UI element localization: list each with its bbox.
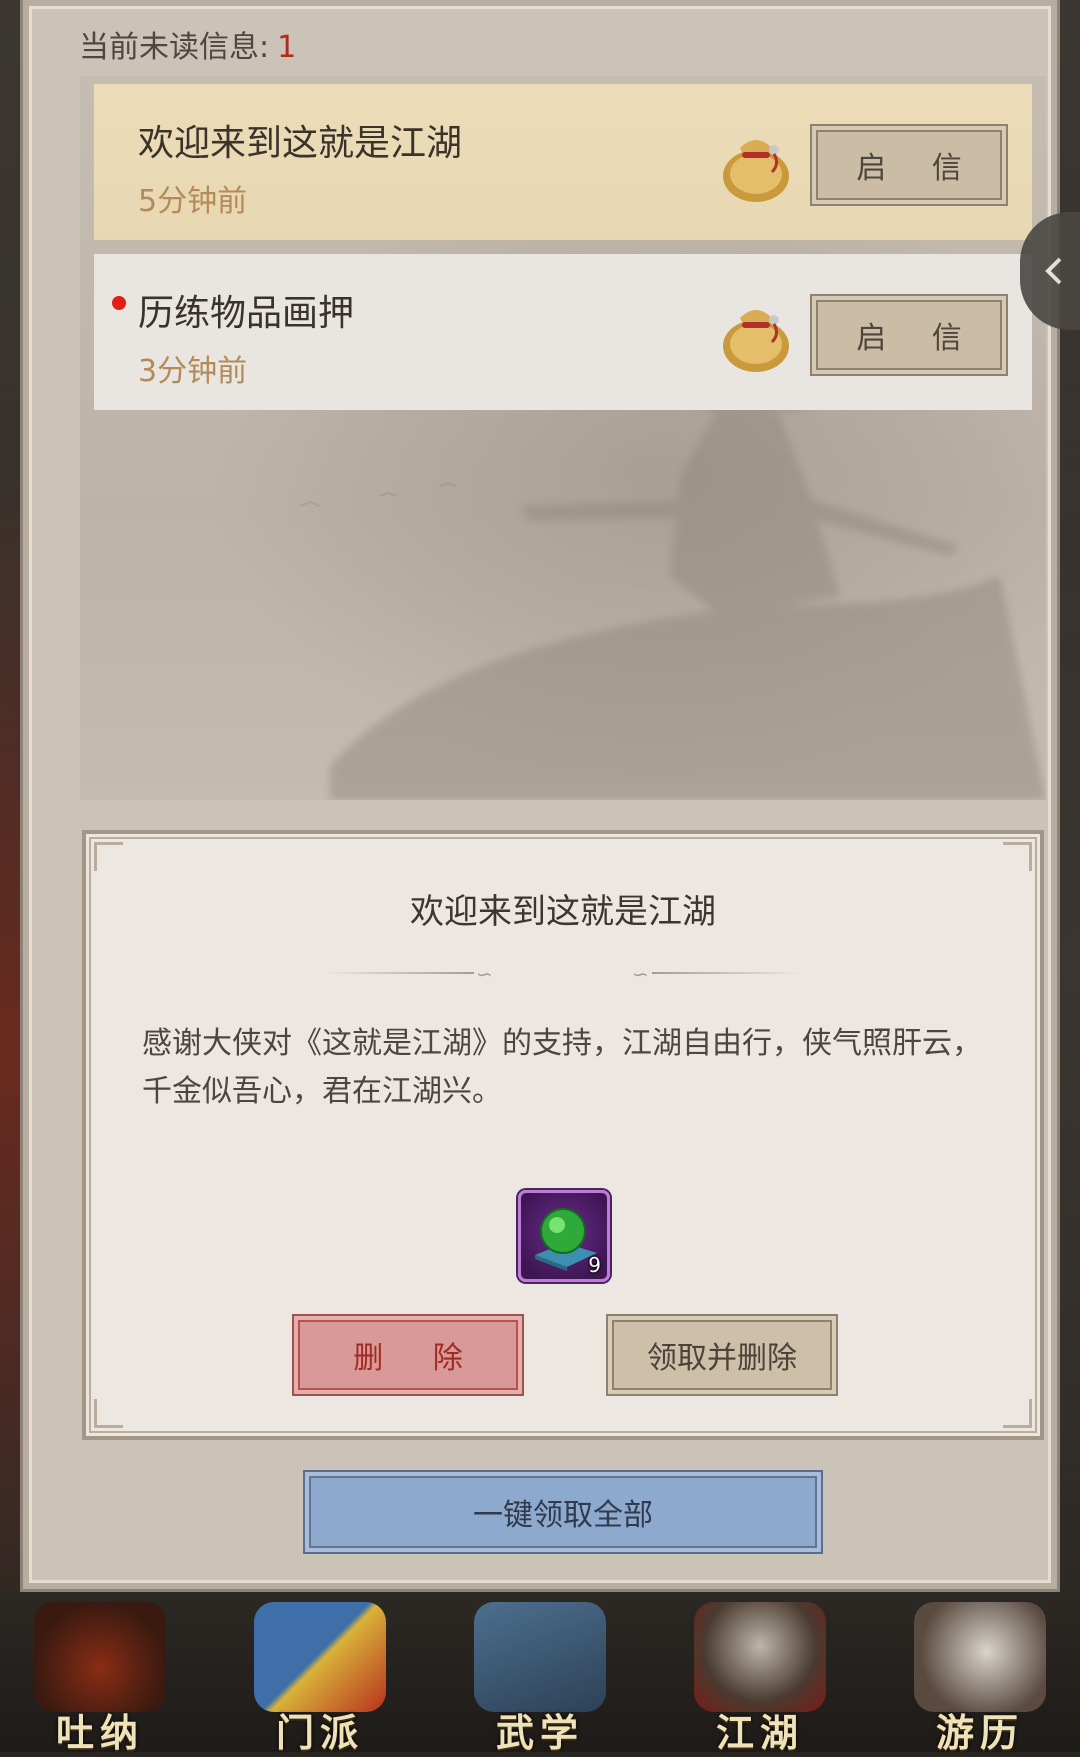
mail-time: 3分钟前 [138,354,248,389]
chevron-left-icon [1045,257,1062,285]
reward-count: 9 [588,1253,601,1277]
corner-ornament [94,1399,123,1428]
mail-list[interactable]: 欢迎来到这就是江湖 5分钟前 启 信 历练物品画押 3分钟前 启 信 [80,76,1046,800]
open-mail-button[interactable]: 启 信 [810,124,1008,206]
treasure-bag-icon [723,310,789,372]
divider-right [652,972,802,974]
open-mail-button[interactable]: 启 信 [810,294,1008,376]
bottom-nav: 吐纳 门派 武学 江湖 游历 [0,1592,1080,1755]
detail-title: 欢迎来到这就是江湖 [410,892,716,932]
nav-label: 吐纳 [55,1710,144,1755]
mail-panel: 当前未读信息: 1 欢迎来到这就是江湖 5分钟前 启 信 历练物品画押 3分钟前… [20,0,1060,1592]
divider-ornament-icon: ∽ [476,962,493,986]
treasure-bag-icon [723,140,789,202]
nav-tab-tuna[interactable]: 吐纳 [20,1592,180,1755]
corner-ornament [1003,842,1032,871]
nav-label: 游历 [935,1710,1024,1755]
mail-title: 欢迎来到这就是江湖 [138,123,463,164]
nav-label: 江湖 [715,1710,804,1755]
mail-time: 5分钟前 [138,184,248,219]
nav-tab-jianghu[interactable]: 江湖 [680,1592,840,1755]
mail-item[interactable]: 欢迎来到这就是江湖 5分钟前 启 信 [94,84,1032,240]
unread-counter: 当前未读信息: 1 [79,22,296,66]
claim-and-delete-button[interactable]: 领取并删除 [606,1314,838,1396]
bamboo-hat-icon [694,1602,826,1712]
nav-label: 武学 [495,1710,584,1755]
meditation-icon [34,1602,166,1712]
unread-dot [112,296,126,310]
reward-item[interactable]: 9 [518,1190,610,1282]
delete-button[interactable]: 删 除 [292,1314,524,1396]
detail-body: 感谢大侠对《这就是江湖》的支持，江湖自由行，侠气照肝云，千金似吾心，君在江湖兴。 [142,1026,982,1109]
corner-ornament [94,842,123,871]
unread-label: 当前未读信息: [79,30,270,65]
nav-label: 门派 [275,1710,364,1755]
nav-tab-sect[interactable]: 门派 [240,1592,400,1755]
divider-ornament-icon: ∽ [632,962,649,986]
martial-book-icon [474,1602,606,1712]
claim-all-button[interactable]: 一键领取全部 [303,1470,823,1554]
nav-tab-travel[interactable]: 游历 [900,1592,1060,1755]
mail-title: 历练物品画押 [138,293,355,334]
mail-detail-dialog: 欢迎来到这就是江湖 ∽ ∽ 感谢大侠对《这就是江湖》的支持，江湖自由行，侠气照肝… [82,830,1044,1440]
nav-tab-martial[interactable]: 武学 [460,1592,620,1755]
mail-item[interactable]: 历练物品画押 3分钟前 启 信 [94,254,1032,410]
sect-banner-icon [254,1602,386,1712]
divider-left [324,972,474,974]
horse-icon [914,1602,1046,1712]
corner-ornament [1003,1399,1032,1428]
unread-count: 1 [277,30,297,65]
